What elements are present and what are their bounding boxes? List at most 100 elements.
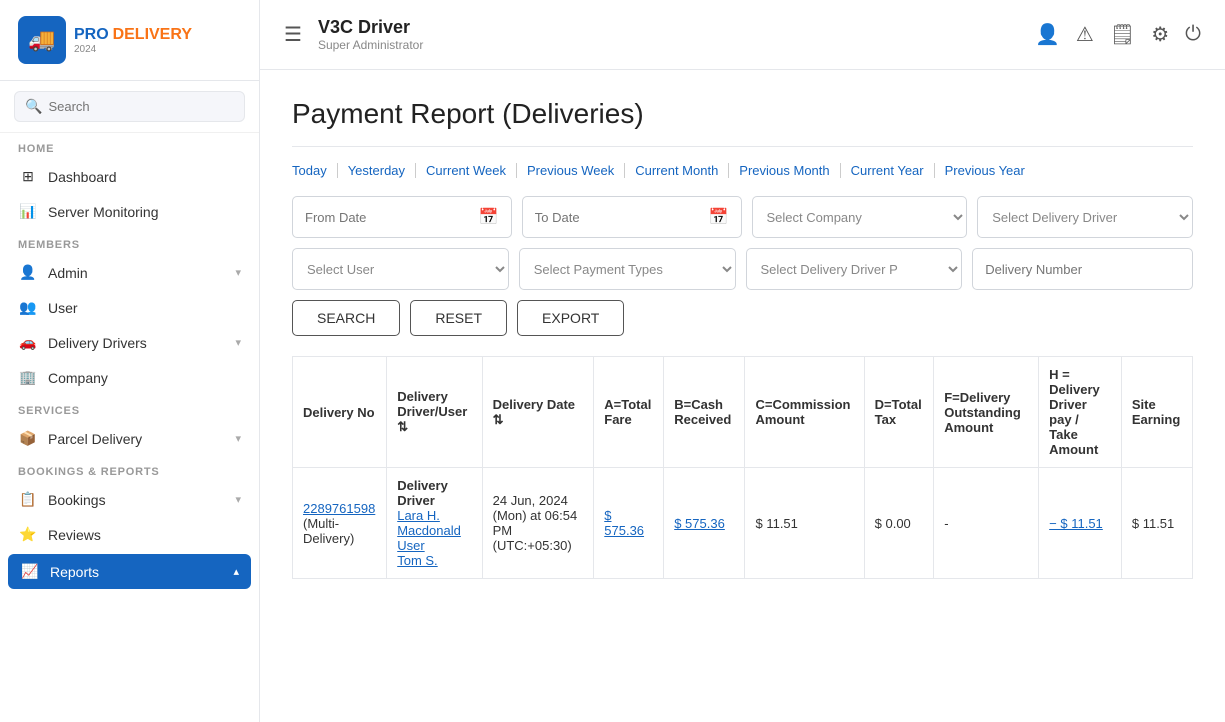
th-take-amount: H = Delivery Driver pay / Take Amount (1039, 357, 1122, 468)
td-total-fare: $ 575.36 (594, 468, 664, 579)
sidebar-item-label: Dashboard (48, 169, 241, 185)
chevron-down-icon: ▾ (235, 432, 241, 445)
tab-current-year[interactable]: Current Year (841, 163, 935, 178)
date-filter-tabs: Today Yesterday Current Week Previous We… (292, 163, 1193, 178)
to-date-field[interactable]: 📅 (522, 196, 742, 238)
topbar: ☰ V3C Driver Super Administrator 👤 ⚠ 🗒 ⚙… (260, 0, 1225, 70)
th-commission: C=Commission Amount (745, 357, 864, 468)
calendar-icon: 📅 (479, 207, 499, 227)
logo-icon: 🚚 (18, 16, 66, 64)
sidebar-item-delivery-drivers[interactable]: 🚗 Delivery Drivers ▾ (0, 325, 259, 360)
filter-row-1: 📅 📅 Select Company Select Delivery Drive… (292, 196, 1193, 238)
from-date-input[interactable] (305, 210, 479, 225)
th-driver-user: Delivery Driver/User ⇅ (387, 357, 482, 468)
section-home-label: HOME (0, 133, 259, 159)
search-box[interactable]: 🔍 (14, 91, 245, 122)
select-payment-types[interactable]: Select Payment Types (519, 248, 736, 290)
sidebar-search-container: 🔍 (0, 81, 259, 133)
page-title: Payment Report (Deliveries) (292, 98, 1193, 147)
sidebar-item-admin[interactable]: 👤 Admin ▾ (0, 255, 259, 290)
user-link[interactable]: Lara H. Macdonald User (397, 508, 461, 553)
section-members-label: MEMBERS (0, 229, 259, 255)
section-services-label: SERVICES (0, 395, 259, 421)
th-total-tax: D=Total Tax (864, 357, 934, 468)
chevron-down-icon: ▾ (235, 336, 241, 349)
action-buttons: SEARCH RESET EXPORT (292, 300, 1193, 336)
cash-received-link[interactable]: $ 575.36 (674, 516, 725, 531)
th-outstanding: F=Delivery Outstanding Amount (934, 357, 1039, 468)
total-fare-link[interactable]: $ 575.36 (604, 508, 644, 538)
th-cash-received: B=Cash Received (664, 357, 745, 468)
export-button[interactable]: EXPORT (517, 300, 624, 336)
th-delivery-no: Delivery No (293, 357, 387, 468)
th-site-earning: Site Earning (1121, 357, 1192, 468)
reset-button[interactable]: RESET (410, 300, 507, 336)
document-icon[interactable]: 🗒 (1110, 22, 1135, 47)
menu-icon[interactable]: ☰ (284, 22, 302, 47)
logo-year: 2024 (74, 44, 192, 55)
search-input[interactable] (48, 99, 234, 114)
user-profile-icon[interactable]: 👤 (1035, 22, 1060, 47)
user-icon: 👥 (18, 299, 38, 316)
sidebar-item-dashboard[interactable]: ⊞ Dashboard (0, 159, 259, 194)
sidebar-item-server-monitoring[interactable]: 📊 Server Monitoring (0, 194, 259, 229)
sidebar-item-parcel-delivery[interactable]: 📦 Parcel Delivery ▾ (0, 421, 259, 456)
topbar-icons: 👤 ⚠ 🗒 ⚙ ⏻ (1035, 22, 1201, 47)
tab-previous-month[interactable]: Previous Month (729, 163, 840, 178)
driver-name: Delivery Driver (397, 478, 448, 508)
tab-previous-year[interactable]: Previous Year (935, 163, 1035, 178)
sidebar-item-label: Parcel Delivery (48, 431, 225, 447)
server-monitoring-icon: 📊 (18, 203, 38, 220)
tab-yesterday[interactable]: Yesterday (338, 163, 416, 178)
sidebar-item-bookings[interactable]: 📋 Bookings ▾ (0, 482, 259, 517)
logo-truck-icon: 🚚 (28, 27, 55, 53)
from-date-field[interactable]: 📅 (292, 196, 512, 238)
to-date-input[interactable] (535, 210, 709, 225)
dashboard-icon: ⊞ (18, 168, 38, 185)
admin-icon: 👤 (18, 264, 38, 281)
delivery-number-input[interactable] (972, 248, 1193, 290)
chevron-up-icon: ▴ (233, 565, 239, 578)
parcel-delivery-icon: 📦 (18, 430, 38, 447)
sidebar-item-label: Reports (50, 564, 223, 580)
tab-current-week[interactable]: Current Week (416, 163, 517, 178)
select-delivery-driver-status[interactable]: Select Delivery Driver P (746, 248, 963, 290)
chevron-down-icon: ▾ (235, 493, 241, 506)
td-total-tax: $ 0.00 (864, 468, 934, 579)
section-bookings-label: BOOKINGS & REPORTS (0, 456, 259, 482)
select-delivery-driver-top[interactable]: Select Delivery Driver (977, 196, 1193, 238)
sidebar-item-company[interactable]: 🏢 Company (0, 360, 259, 395)
th-total-fare: A=Total Fare (594, 357, 664, 468)
sidebar-logo: 🚚 PRO DELIVERY 2024 (0, 0, 259, 81)
delivery-no-note: (Multi-Delivery) (303, 516, 354, 546)
tab-today[interactable]: Today (292, 163, 338, 178)
select-company[interactable]: Select Company (752, 196, 968, 238)
sidebar-item-reviews[interactable]: ⭐ Reviews (0, 517, 259, 552)
bookings-icon: 📋 (18, 491, 38, 508)
topbar-title: V3C Driver Super Administrator (318, 17, 1019, 52)
logo-text: PRO DELIVERY 2024 (74, 26, 192, 55)
delivery-no-link[interactable]: 2289761598 (303, 501, 375, 516)
sidebar-item-label: Reviews (48, 527, 241, 543)
td-outstanding: - (934, 468, 1039, 579)
table-header-row: Delivery No Delivery Driver/User ⇅ Deliv… (293, 357, 1193, 468)
reviews-icon: ⭐ (18, 526, 38, 543)
filter-row-2: Select User Select Payment Types Select … (292, 248, 1193, 290)
td-take-amount: − $ 11.51 (1039, 468, 1122, 579)
th-delivery-date: Delivery Date ⇅ (482, 357, 594, 468)
settings-icon[interactable]: ⚙ (1151, 22, 1169, 47)
td-delivery-date: 24 Jun, 2024 (Mon) at 06:54 PM (UTC:+05:… (482, 468, 594, 579)
take-amount-link[interactable]: − $ 11.51 (1049, 516, 1103, 531)
power-icon[interactable]: ⏻ (1185, 23, 1201, 46)
user-link2[interactable]: Tom S. (397, 553, 437, 568)
td-driver-user: Delivery Driver Lara H. Macdonald User T… (387, 468, 482, 579)
alert-icon[interactable]: ⚠ (1076, 22, 1094, 47)
sidebar-item-label: User (48, 300, 241, 316)
td-site-earning: $ 11.51 (1121, 468, 1192, 579)
search-button[interactable]: SEARCH (292, 300, 400, 336)
tab-current-month[interactable]: Current Month (625, 163, 729, 178)
tab-previous-week[interactable]: Previous Week (517, 163, 625, 178)
sidebar-item-reports[interactable]: 📈 Reports ▴ (8, 554, 251, 589)
select-user[interactable]: Select User (292, 248, 509, 290)
sidebar-item-user[interactable]: 👥 User (0, 290, 259, 325)
